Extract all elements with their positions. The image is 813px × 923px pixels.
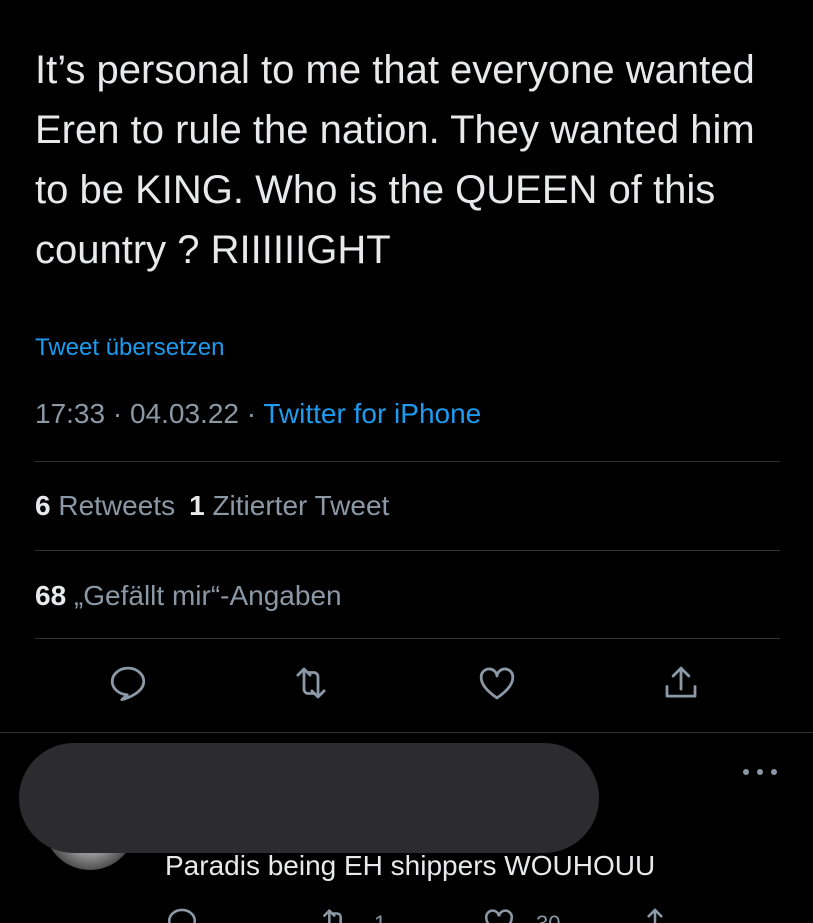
retweets-stat[interactable]: 6 Retweets xyxy=(35,490,175,521)
reply-retweet-count: 1 xyxy=(374,911,386,923)
meta-separator: · xyxy=(105,398,130,429)
quotes-count: 1 xyxy=(189,490,205,521)
tweet-source-link[interactable]: Twitter for iPhone xyxy=(263,398,481,429)
divider xyxy=(35,638,780,639)
translate-tweet-link[interactable]: Tweet übersetzen xyxy=(35,334,224,362)
more-options-icon[interactable] xyxy=(740,762,780,782)
meta-separator: · xyxy=(238,398,264,429)
likes-stat[interactable]: 68 „Gefällt mir“-Angaben xyxy=(35,580,342,612)
retweets-label: Retweets xyxy=(58,490,176,521)
share-icon[interactable] xyxy=(658,660,704,706)
divider xyxy=(35,461,780,462)
reply-like-count: 30 xyxy=(536,911,560,923)
reply-icon[interactable] xyxy=(105,660,151,706)
redacted-username-block xyxy=(19,743,599,853)
tweet-actions xyxy=(0,660,813,710)
reply-text: Paradis being EH shippers WOUHOUU xyxy=(165,850,656,881)
divider xyxy=(35,550,780,551)
tweet-time: 17:33 xyxy=(35,398,106,429)
quotes-stat[interactable]: 1 Zitierter Tweet xyxy=(189,490,389,521)
reply-share-icon[interactable] xyxy=(638,905,678,923)
reply-like-icon[interactable] xyxy=(482,905,522,923)
reply-reply-icon[interactable] xyxy=(165,905,205,923)
divider xyxy=(0,732,813,733)
retweet-stats: 6 Retweets 1 Zitierter Tweet xyxy=(35,490,389,522)
likes-count: 68 xyxy=(35,580,67,611)
reply-actions: 1 30 xyxy=(0,905,813,923)
tweet-text: It’s personal to me that everyone wanted… xyxy=(35,48,755,272)
quotes-label: Zitierter Tweet xyxy=(212,490,390,521)
likes-label: „Gefällt mir“-Angaben xyxy=(73,580,342,611)
tweet-date: 04.03.22 xyxy=(129,398,239,429)
tweet-meta: 17:33 · 04.03.22 · Twitter for iPhone xyxy=(35,398,481,430)
retweets-count: 6 xyxy=(35,490,51,521)
reply-retweet-icon[interactable] xyxy=(318,905,358,923)
retweet-icon[interactable] xyxy=(288,660,334,706)
like-icon[interactable] xyxy=(474,660,520,706)
